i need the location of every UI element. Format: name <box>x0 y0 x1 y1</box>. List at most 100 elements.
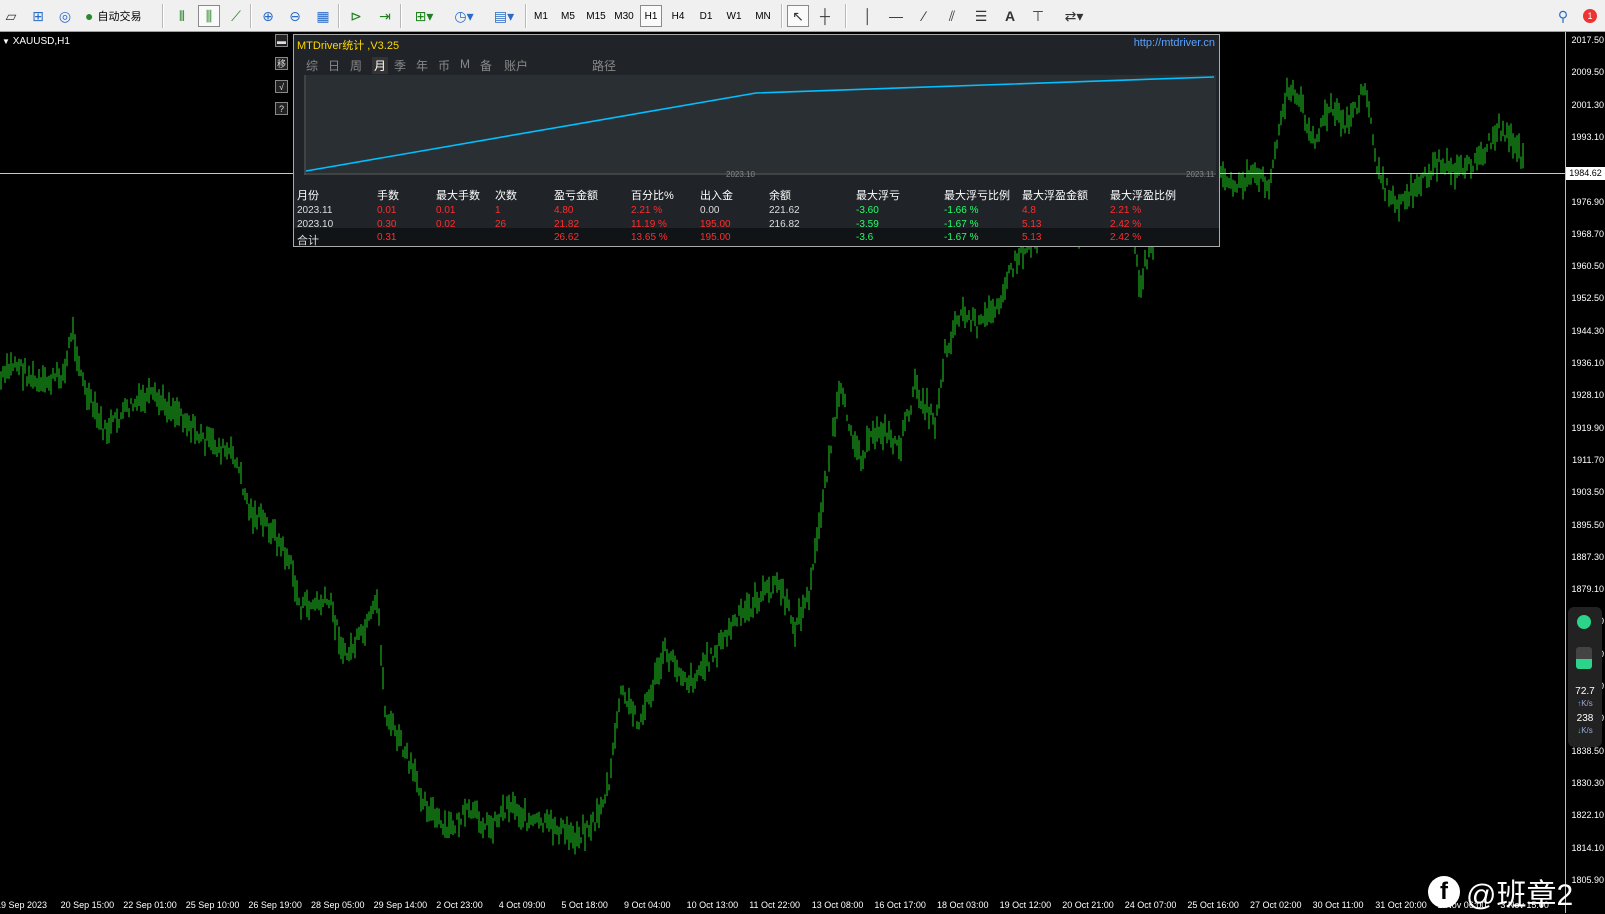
price-axis[interactable]: 2017.50 2009.50 2001.30 1993.10 1976.90 1968.… <box>1565 32 1605 913</box>
price-tick: 1903.50 <box>1571 487 1604 498</box>
cursor-icon[interactable]: ↖ <box>787 5 809 27</box>
column-header-7: 余额 <box>769 190 791 202</box>
table-cell: 21.82 <box>554 219 580 230</box>
network-speed-widget[interactable]: 72.7 ↑K/s 238 ↓K/s <box>1568 607 1602 747</box>
panel-tab-0[interactable]: 综 <box>306 57 318 74</box>
fibonacci-icon[interactable]: ☰ <box>971 5 991 27</box>
periods-button[interactable]: ◷▾ <box>446 5 482 27</box>
text-icon[interactable]: A <box>1000 5 1020 27</box>
symbol-dropdown-icon[interactable]: ▼ <box>2 37 10 46</box>
timeframe-mn[interactable]: MN <box>750 5 776 27</box>
indicators-button[interactable]: ⊞▾ <box>406 5 442 27</box>
panel-tab-2[interactable]: 周 <box>350 57 362 74</box>
equidistant-channel-icon[interactable]: ⫽ <box>942 5 962 27</box>
check-panel-button[interactable]: √ <box>275 80 288 93</box>
price-tick: 1879.10 <box>1571 584 1604 595</box>
table-cell: 0.01 <box>377 205 397 216</box>
bar-chart-icon[interactable]: ⫴ <box>172 5 192 27</box>
time-tick: 19 Oct 12:00 <box>999 900 1052 910</box>
notifications-icon[interactable]: 1 <box>1578 5 1602 27</box>
autotrade-button[interactable]: ● 自动交易 <box>84 5 158 27</box>
timeframe-h4[interactable]: H4 <box>666 5 690 27</box>
memory-gauge <box>1576 647 1592 669</box>
zoom-out-icon[interactable]: ⊖ <box>285 5 305 27</box>
panel-tab-10[interactable]: 路径 <box>592 57 616 74</box>
time-tick: 26 Sep 19:00 <box>248 900 302 910</box>
time-tick: 24 Oct 07:00 <box>1124 900 1177 910</box>
price-tick: 2009.50 <box>1571 67 1604 78</box>
panel-tab-3[interactable]: 月 <box>372 57 389 74</box>
mtdriver-stats-panel: MTDriver统计 ,V3.25 http://mtdriver.cn 综日周… <box>293 34 1220 247</box>
vertical-line-icon[interactable]: │ <box>858 5 878 27</box>
timeframe-h1[interactable]: H1 <box>640 5 662 27</box>
price-tick: 1936.10 <box>1571 358 1604 368</box>
panel-tab-5[interactable]: 年 <box>416 57 428 74</box>
table-cell: 5.13 <box>1022 219 1042 230</box>
panel-tab-7[interactable]: M <box>460 57 470 71</box>
time-tick: 18 Oct 03:00 <box>937 900 989 910</box>
arrows-dropdown[interactable]: ⇄▾ <box>1058 5 1090 27</box>
time-tick: 20 Sep 15:00 <box>60 900 115 910</box>
panel-tab-6[interactable]: 币 <box>438 57 450 74</box>
search-icon[interactable]: ⚲ <box>1553 5 1573 27</box>
timeframe-m1[interactable]: M1 <box>530 5 552 27</box>
table-cell: 0.00 <box>700 205 720 216</box>
zoom-in-icon[interactable]: ⊕ <box>258 5 278 27</box>
price-tick: 1822.10 <box>1571 810 1604 821</box>
total-cell: 5.13 <box>1022 232 1042 243</box>
table-cell: 26 <box>495 219 507 230</box>
time-tick: 25 Sep 10:00 <box>185 900 240 910</box>
price-tick: 1830.30 <box>1571 777 1604 788</box>
time-tick: 27 Oct 02:00 <box>1250 900 1302 910</box>
total-row-background <box>294 228 1219 246</box>
table-cell: -1.67 % <box>944 219 979 230</box>
time-tick: 20 Oct 21:00 <box>1062 900 1114 910</box>
panel-url-link[interactable]: http://mtdriver.cn <box>1134 37 1215 49</box>
total-cell: -3.6 <box>856 232 874 243</box>
panel-tab-9[interactable]: 账户 <box>504 57 528 74</box>
time-tick: 2 Oct 23:00 <box>436 900 483 910</box>
price-tick: 1960.50 <box>1571 261 1604 272</box>
time-tick: 28 Sep 05:00 <box>311 900 365 910</box>
main-toolbar: ▱ ⊞ ◎ ● 自动交易 ⫴ ⫼ ⟋ ⊕ ⊖ ▦ ⊳ ⇥ ⊞▾ ◷▾ ▤▾ M1… <box>0 0 1605 32</box>
chart-shift-icon[interactable]: ⊳ <box>346 5 366 27</box>
total-cell: 2.42 % <box>1110 232 1142 243</box>
table-cell: -1.66 % <box>944 205 979 216</box>
line-chart-icon[interactable]: ⟋ <box>226 5 246 27</box>
crosshair-icon[interactable]: ┼ <box>814 5 836 27</box>
time-tick: 29 Sep 14:00 <box>373 900 428 910</box>
move-panel-button[interactable]: 移 <box>275 57 288 70</box>
panel-tab-4[interactable]: 季 <box>394 57 406 74</box>
time-axis[interactable]: 19 Sep 2023 20 Sep 15:00 22 Sep 01:00 25 Se… <box>0 900 1565 913</box>
timeframe-m15[interactable]: M15 <box>583 5 609 27</box>
time-tick: 13 Oct 08:00 <box>811 900 864 910</box>
minimize-panel-button[interactable]: ▬ <box>275 34 288 47</box>
price-chart[interactable]: ▼ XAUUSD,H1 ▬ 移 √ ? MTDriver统计 ,V3.25 ht… <box>0 32 1605 913</box>
horizontal-line-icon[interactable]: — <box>886 5 906 27</box>
candlestick-chart-icon[interactable]: ⫼ <box>198 5 220 27</box>
new-order-icon[interactable]: ▱ <box>2 5 20 27</box>
table-cell: 221.62 <box>769 205 800 216</box>
facebook-logo-icon: f <box>1428 876 1460 908</box>
upload-speed: 72.7 <box>1575 686 1595 697</box>
text-label-icon[interactable]: ⊤ <box>1028 5 1048 27</box>
market-watch-icon[interactable]: ⊞ <box>29 5 47 27</box>
timeframe-d1[interactable]: D1 <box>694 5 718 27</box>
timeframe-m30[interactable]: M30 <box>611 5 637 27</box>
trendline-icon[interactable]: ∕ <box>914 5 934 27</box>
status-dot <box>1577 615 1591 629</box>
templates-button[interactable]: ▤▾ <box>486 5 522 27</box>
help-panel-button[interactable]: ? <box>275 102 288 115</box>
table-cell: 0.01 <box>436 205 456 216</box>
panel-tab-8[interactable]: 备 <box>480 57 492 74</box>
total-cell: 13.65 % <box>631 232 668 243</box>
panel-tab-1[interactable]: 日 <box>328 57 340 74</box>
chart-symbol: ▼ XAUUSD,H1 <box>2 36 70 47</box>
table-cell: 4.80 <box>554 205 574 216</box>
tile-windows-icon[interactable]: ▦ <box>313 5 333 27</box>
price-tick: 1887.30 <box>1571 551 1604 562</box>
signals-icon[interactable]: ◎ <box>56 5 74 27</box>
auto-scroll-icon[interactable]: ⇥ <box>375 5 395 27</box>
timeframe-w1[interactable]: W1 <box>722 5 746 27</box>
timeframe-m5[interactable]: M5 <box>556 5 580 27</box>
